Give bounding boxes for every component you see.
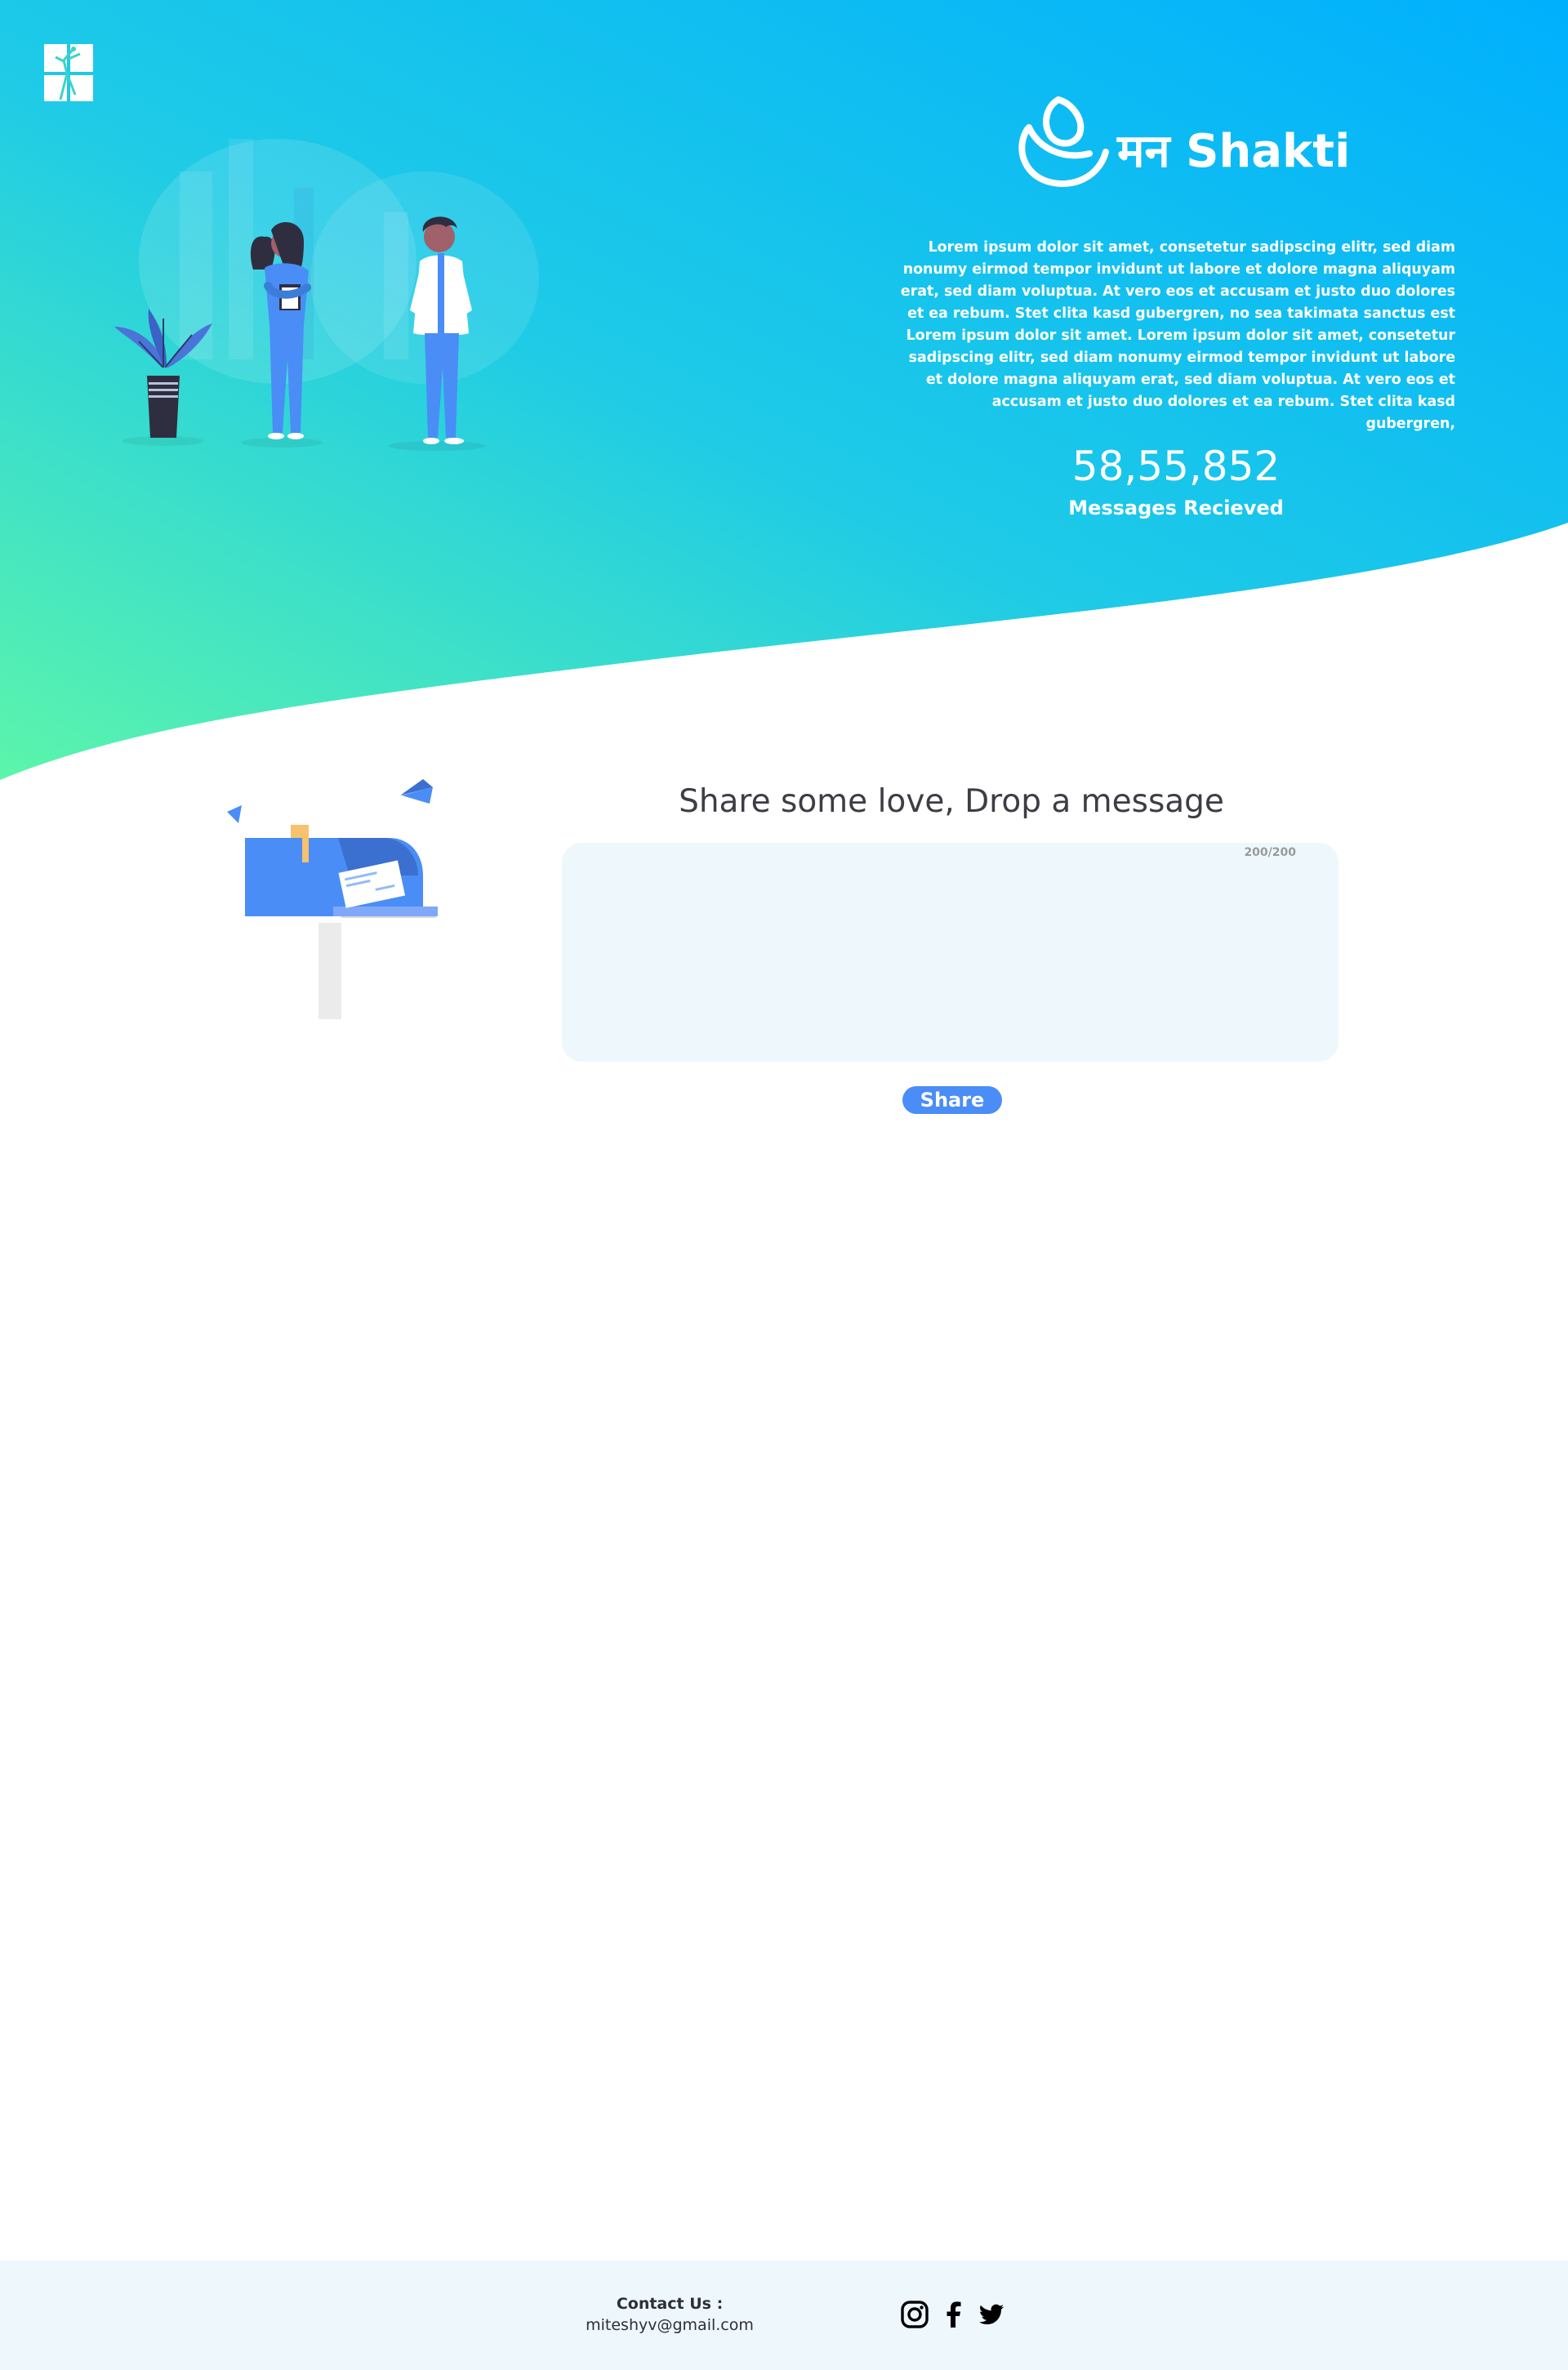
message-input[interactable] — [580, 867, 1318, 1050]
facebook-icon[interactable] — [939, 2300, 969, 2329]
share-button[interactable]: Share — [902, 1086, 1002, 1114]
footer: Contact Us : miteshyv@gmail.com — [0, 2261, 1568, 2370]
messages-count: 58,55,852 — [1071, 443, 1281, 490]
char-counter: 200/200 — [1244, 846, 1296, 859]
figure-logo-icon[interactable] — [42, 42, 95, 103]
contact-email[interactable]: miteshyv@gmail.com — [555, 2314, 784, 2336]
brand-name: मन Shakti — [1117, 125, 1351, 178]
message-box: 200/200 — [562, 843, 1339, 1062]
message-section-heading: Share some love, Drop a message — [679, 783, 1224, 820]
hero-section: मन Shakti Lorem ipsum dolor sit amet, co… — [0, 0, 1568, 784]
mailbox-illustration — [227, 779, 438, 1019]
doctors-illustration — [114, 139, 539, 451]
instagram-icon[interactable] — [900, 2300, 929, 2329]
messages-count-label: Messages Recieved — [1068, 497, 1284, 519]
drop-leaf-icon — [1018, 96, 1109, 187]
contact-title: Contact Us : — [616, 2295, 724, 2313]
hero-description: Lorem ipsum dolor sit amet, consetetur s… — [900, 239, 1455, 432]
twitter-icon[interactable] — [977, 2300, 1006, 2329]
